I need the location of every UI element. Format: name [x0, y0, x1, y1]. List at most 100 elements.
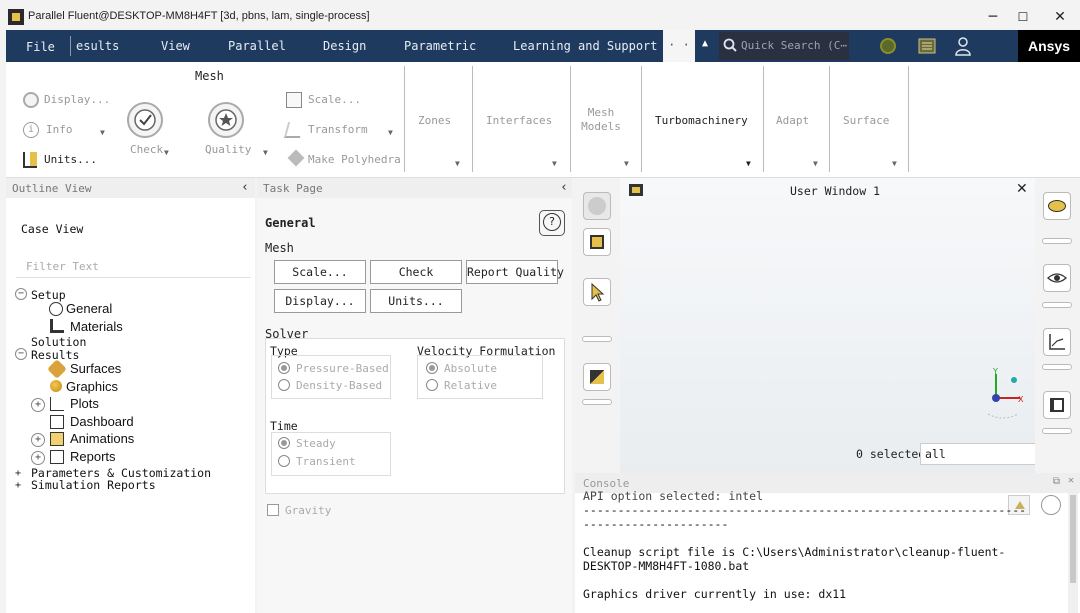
help-icon[interactable]: ? [539, 210, 565, 236]
parameters-expand-icon[interactable]: + [15, 468, 21, 479]
view-eye-icon[interactable] [1043, 264, 1071, 292]
console-panel: Console ⧉ ✕ API option selected: intel -… [575, 473, 1080, 613]
more-menus-button[interactable]: · · [663, 30, 695, 62]
absolute-radio[interactable] [426, 362, 438, 374]
menu-bar: File esults View Parallel Design Paramet… [6, 30, 1080, 62]
transient-radio[interactable] [278, 455, 290, 467]
tree-animations[interactable]: Animations [70, 431, 134, 446]
tree-plots[interactable]: Plots [70, 396, 99, 411]
minimize-button[interactable]: ─ [978, 6, 1008, 28]
close-window-button[interactable]: ✕ [1045, 6, 1075, 28]
tree-surfaces[interactable]: Surfaces [70, 361, 121, 376]
ribbon-divider [763, 66, 764, 172]
ribbon-check-button[interactable]: Check [130, 143, 163, 156]
display-button[interactable]: Display... [274, 289, 366, 313]
orbit-tool-icon[interactable] [583, 192, 611, 220]
console-stop-icon[interactable] [1041, 495, 1061, 515]
tree-simulation-reports[interactable]: Simulation Reports [31, 478, 156, 492]
filter-text-input[interactable]: Filter Text [16, 256, 251, 278]
menu-design[interactable]: Design [323, 39, 366, 53]
gravity-label: Gravity [285, 504, 332, 517]
help-icon[interactable] [880, 38, 896, 54]
surface-dropdown-icon[interactable]: ▼ [892, 159, 897, 168]
outline-view-panel: Outline View ‹ Case View Filter Text − S… [6, 178, 255, 613]
ribbon-info-button[interactable]: Info [46, 123, 73, 136]
ribbon-mesh-models[interactable]: Mesh Models [581, 106, 621, 134]
reports-expand-icon[interactable]: + [31, 451, 45, 465]
maximize-button[interactable]: ☐ [1008, 6, 1038, 28]
plot-axes-icon[interactable] [1043, 328, 1071, 356]
density-based-radio[interactable] [278, 379, 290, 391]
tree-dashboard[interactable]: Dashboard [70, 414, 134, 429]
scale-button[interactable]: Scale... [274, 260, 366, 284]
zones-dropdown-icon[interactable]: ▼ [455, 159, 460, 168]
quick-search-input[interactable]: Quick Search (C⋯ [719, 32, 849, 60]
collapse-outline-icon[interactable]: ‹ [241, 180, 249, 195]
tree-reports[interactable]: Reports [70, 449, 116, 464]
ribbon-zones[interactable]: Zones [418, 114, 451, 127]
relative-radio[interactable] [426, 379, 438, 391]
tree-general[interactable]: General [66, 301, 112, 316]
menu-view[interactable]: View [161, 39, 190, 53]
ribbon-display-button[interactable]: Display... [44, 93, 110, 106]
console-detach-icon[interactable]: ⧉ [1053, 476, 1060, 487]
console-scrollbar[interactable] [1068, 493, 1078, 613]
steady-radio[interactable] [278, 437, 290, 449]
menu-results[interactable]: esults [76, 39, 119, 53]
ribbon-units-button[interactable]: Units... [44, 153, 97, 166]
ribbon-quality-button[interactable]: Quality [205, 143, 251, 156]
relative-label: Relative [444, 379, 497, 392]
pressure-based-radio[interactable] [278, 362, 290, 374]
collapse-task-page-icon[interactable]: ‹ [560, 180, 568, 195]
fit-view-icon[interactable] [583, 228, 611, 256]
graphics-icon [50, 380, 62, 392]
quality-dropdown-icon[interactable]: ▼ [263, 148, 268, 157]
turbomachinery-dropdown-icon[interactable]: ▼ [746, 159, 751, 168]
menu-learning-support[interactable]: Learning and Support [513, 39, 658, 53]
info-dropdown-icon[interactable]: ▼ [100, 128, 105, 137]
check-button[interactable]: Check [370, 260, 462, 284]
ribbon-divider [908, 66, 909, 172]
check-dropdown-icon[interactable]: ▼ [164, 148, 169, 157]
collapse-ribbon-icon[interactable]: ▲ [702, 38, 708, 49]
menu-file[interactable]: File [26, 40, 55, 54]
transform-dropdown-icon[interactable]: ▼ [388, 128, 393, 137]
tree-setup[interactable]: Setup [31, 288, 66, 302]
window-layout-icon[interactable] [1043, 391, 1071, 419]
setup-expand-icon[interactable]: − [15, 288, 27, 300]
mesh-group-title: Mesh [195, 69, 224, 83]
user-icon[interactable] [954, 36, 972, 56]
ribbon-scale-button[interactable]: Scale... [308, 93, 361, 106]
menu-parametric[interactable]: Parametric [404, 39, 476, 53]
menu-parallel[interactable]: Parallel [228, 39, 286, 53]
close-graphics-icon[interactable]: ✕ [1016, 181, 1028, 197]
tree-graphics[interactable]: Graphics [66, 379, 118, 394]
ribbon-interfaces[interactable]: Interfaces [486, 114, 552, 127]
plots-expand-icon[interactable]: + [31, 398, 45, 412]
pressure-based-label: Pressure-Based [296, 362, 389, 375]
results-expand-icon[interactable]: − [15, 348, 27, 360]
ansys-logo: Ansys [1018, 30, 1080, 62]
ribbon-adapt[interactable]: Adapt [776, 114, 809, 127]
ribbon-transform-button[interactable]: Transform [308, 123, 368, 136]
book-icon[interactable] [918, 37, 936, 55]
ribbon-surface[interactable]: Surface [843, 114, 889, 127]
interfaces-dropdown-icon[interactable]: ▼ [552, 159, 557, 168]
disk-stack-icon[interactable] [1043, 192, 1071, 220]
animations-expand-icon[interactable]: + [31, 433, 45, 447]
ribbon-turbomachinery[interactable]: Turbomachinery [655, 114, 748, 127]
select-pointer-icon[interactable] [583, 278, 611, 306]
toolbar-separator [1042, 364, 1072, 370]
sim-reports-expand-icon[interactable]: + [15, 480, 21, 491]
adapt-dropdown-icon[interactable]: ▼ [813, 159, 818, 168]
probe-tool-icon[interactable] [583, 363, 611, 391]
gravity-checkbox[interactable] [267, 504, 279, 516]
graphics-window[interactable]: User Window 1 ✕ Y X 0 selected all ▼ [620, 178, 1072, 473]
tree-materials[interactable]: Materials [70, 319, 123, 334]
units-button[interactable]: Units... [370, 289, 462, 313]
ribbon-make-polyhedra-button[interactable]: Make Polyhedra [308, 153, 401, 166]
mesh-models-dropdown-icon[interactable]: ▼ [624, 159, 629, 168]
report-quality-button[interactable]: Report Quality [466, 260, 564, 284]
console-close-icon[interactable]: ✕ [1068, 475, 1074, 486]
tree-solution[interactable]: Solution [31, 335, 86, 349]
